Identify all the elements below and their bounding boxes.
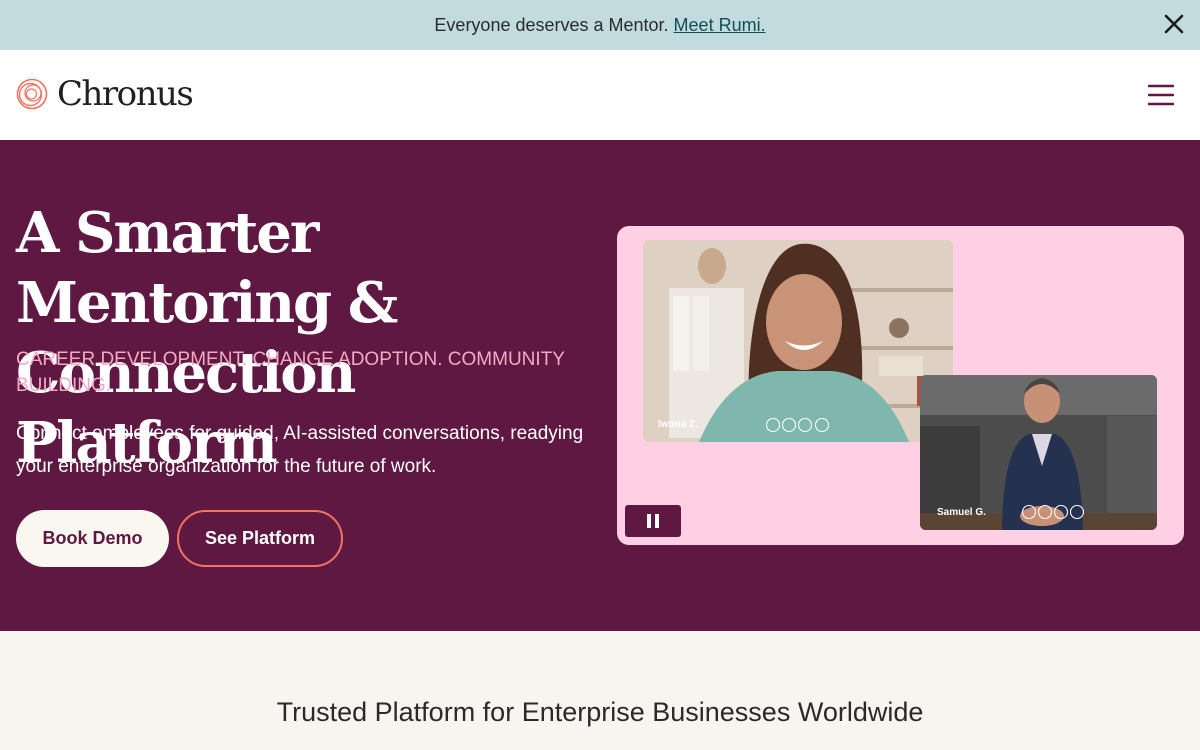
- participant-name-2: Samuel G.: [937, 507, 986, 518]
- menu-icon[interactable]: [1147, 84, 1175, 106]
- hero-description: Connect employees for guided, AI-assiste…: [16, 423, 584, 477]
- hero-section: A Smarter Mentoring & Connection Platfor…: [0, 140, 1200, 631]
- hero-title-line-1: A Smarter Mentoring &: [16, 200, 398, 336]
- site-header: Chronus: [0, 50, 1200, 140]
- logo-mark-icon: [16, 78, 48, 110]
- trusted-heading: Trusted Platform for Enterprise Business…: [276, 697, 924, 727]
- pause-button[interactable]: [625, 505, 681, 537]
- hero-subtitle: CAREER DEVELOPMENT. CHANGE ADOPTION. COM…: [16, 349, 565, 396]
- hero-video[interactable]: Iwona Z. Samuel G.: [617, 226, 1184, 545]
- close-icon[interactable]: [1162, 12, 1186, 36]
- see-platform-button[interactable]: See Platform: [177, 510, 343, 567]
- brand-name: Chronus: [57, 74, 194, 114]
- trusted-section: Trusted Platform for Enterprise Business…: [0, 631, 1200, 750]
- book-demo-button[interactable]: Book Demo: [16, 510, 169, 567]
- meet-rumi-link[interactable]: Meet Rumi.: [674, 15, 766, 36]
- announcement-bar: Everyone deserves a Mentor. Meet Rumi.: [0, 0, 1200, 50]
- chronus-logo[interactable]: Chronus: [15, 74, 194, 114]
- pause-icon: [647, 514, 659, 528]
- announcement-text: Everyone deserves a Mentor.: [434, 14, 669, 35]
- participant-name-1: Iwona Z.: [658, 419, 698, 430]
- video-tile-iwona: [643, 240, 953, 442]
